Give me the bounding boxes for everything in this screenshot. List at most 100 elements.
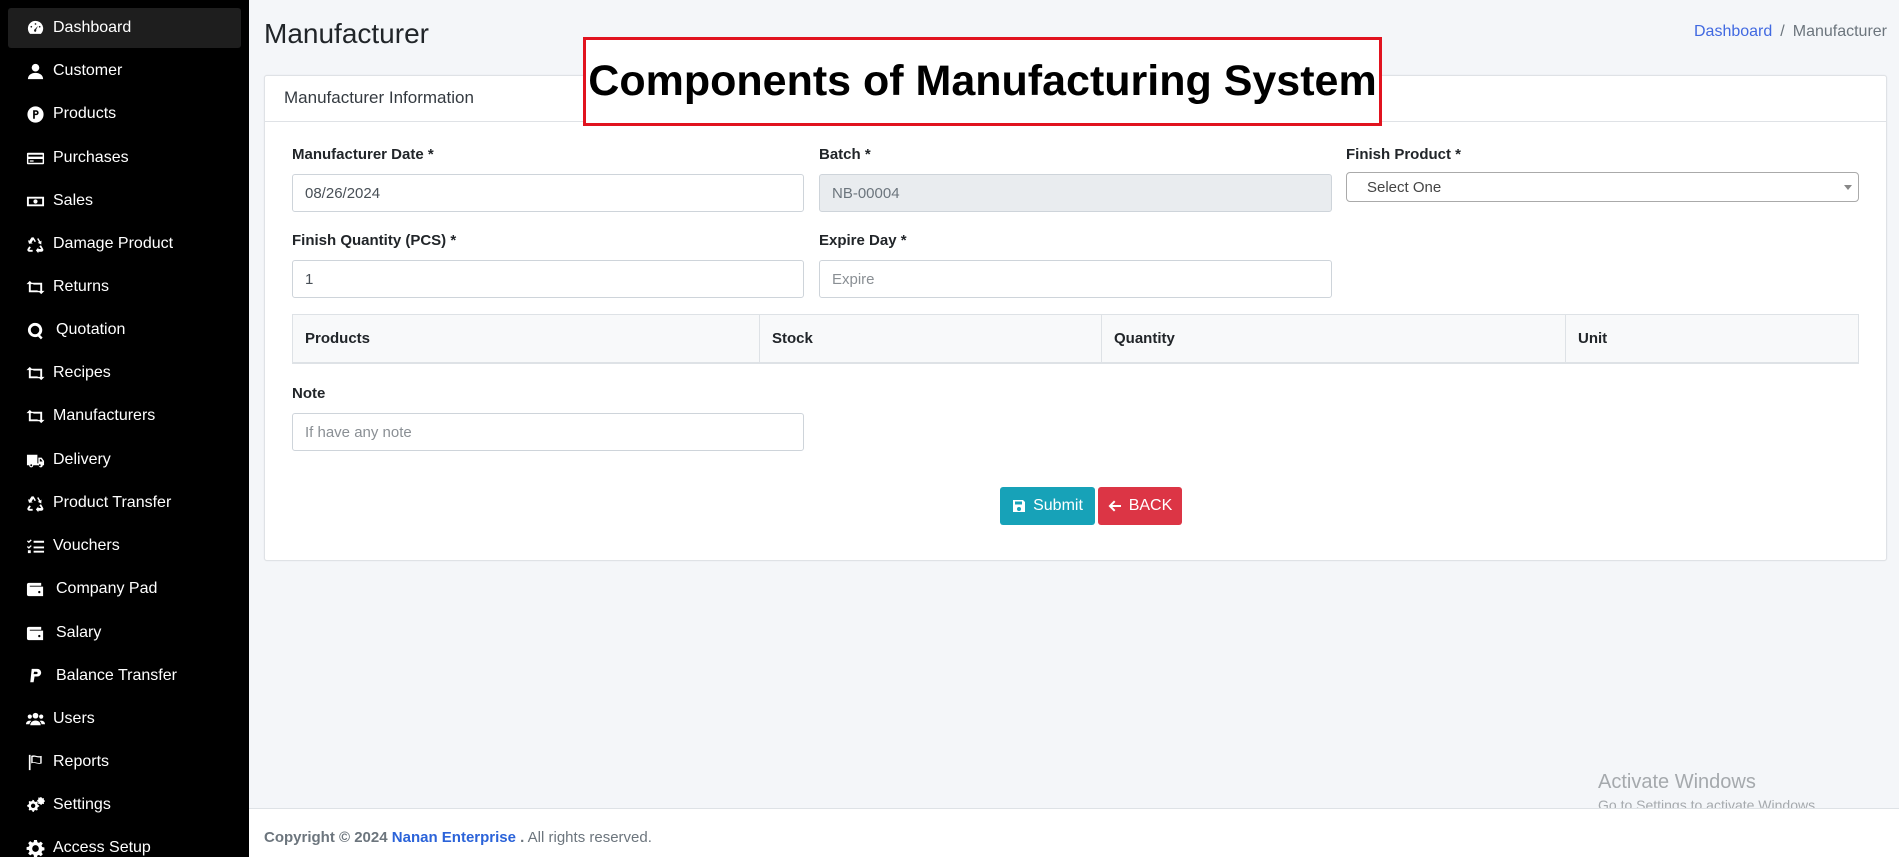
table-header-unit: Unit	[1578, 330, 1608, 347]
sidebar-item-dashboard[interactable]: Dashboard	[8, 8, 241, 48]
sidebar-item-quotation[interactable]: Quotation	[8, 310, 241, 350]
manufacturer-form-card: Manufacturer Information Manufacturer Da…	[264, 75, 1887, 561]
finish-quantity-label: Finish Quantity (PCS) *	[292, 232, 457, 249]
main-content: Manufacturer Dashboard / Manufacturer Manu…	[249, 0, 1899, 857]
title-banner: Components of Manufacturing System	[583, 37, 1382, 126]
sidebar-item-label: Vouchers	[53, 537, 120, 554]
recycle-icon	[25, 493, 45, 513]
sidebar-item-label: Returns	[53, 278, 110, 295]
back-button-label: BACK	[1128, 497, 1173, 514]
sidebar-item-delivery[interactable]: Delivery	[8, 440, 241, 480]
footer-company-link[interactable]: Nanan Enterprise	[392, 829, 516, 846]
note-label: Note	[292, 385, 326, 402]
breadcrumb: Dashboard / Manufacturer	[1694, 23, 1887, 41]
sidebar-item-label: Damage Product	[53, 235, 174, 252]
retweet-icon	[25, 406, 45, 426]
sidebar-item-settings[interactable]: Settings	[8, 785, 241, 825]
sidebar-item-balance-transfer[interactable]: Balance Transfer	[8, 656, 241, 696]
footer-rights: All rights reserved.	[527, 829, 652, 846]
sidebar-item-manufacturers[interactable]: Manufacturers	[8, 396, 241, 436]
sidebar-item-company-pad[interactable]: Company Pad	[8, 569, 241, 609]
sidebar-item-label: Balance Transfer	[56, 667, 177, 684]
sidebar-item-label: Users	[53, 710, 95, 727]
windows-activation-watermark: Activate Windows Go to Settings to activ…	[1598, 771, 1819, 813]
expire-day-label: Expire Day *	[819, 232, 907, 249]
submit-button[interactable]: Submit	[1000, 487, 1095, 525]
sidebar-item-recipes[interactable]: Recipes	[8, 353, 241, 393]
sidebar-item-product-transfer[interactable]: Product Transfer	[8, 483, 241, 523]
batch-label: Batch *	[819, 146, 871, 163]
sidebar-item-label: Access Setup	[53, 839, 151, 856]
footer-dot: .	[515, 829, 525, 846]
money-bill-icon	[25, 191, 45, 211]
sidebar-item-vouchers[interactable]: Vouchers	[8, 526, 241, 566]
manufacturer-date-input[interactable]: 08/26/2024	[292, 174, 804, 212]
finish-product-selected: Select One	[1367, 178, 1442, 196]
truck-icon	[25, 450, 45, 470]
paypal-icon	[25, 666, 45, 686]
sidebar-item-label: Salary	[56, 624, 102, 641]
sidebar-item-products[interactable]: Products	[8, 94, 241, 134]
batch-input: NB-00004	[819, 174, 1332, 212]
credit-card-icon	[25, 148, 45, 168]
gear-icon	[25, 838, 45, 857]
sidebar-item-label: Quotation	[56, 321, 126, 338]
arrow-left-icon	[1108, 500, 1121, 512]
expire-day-input[interactable]: Expire	[819, 260, 1332, 298]
sidebar-item-label: Delivery	[53, 451, 111, 468]
sidebar-item-purchases[interactable]: Purchases	[8, 138, 241, 178]
breadcrumb-home-link[interactable]: Dashboard	[1694, 23, 1772, 40]
sidebar-item-label: Settings	[53, 796, 111, 813]
sidebar: Dashboard Customer Products Purchases Sa…	[0, 0, 249, 857]
user-icon	[25, 61, 45, 81]
product-p-icon	[25, 104, 45, 124]
note-input[interactable]: If have any note	[292, 413, 804, 451]
sidebar-item-users[interactable]: Users	[8, 699, 241, 739]
finish-quantity-input[interactable]: 1	[292, 260, 804, 298]
footer: Copyright © 2024 Nanan Enterprise . All …	[249, 808, 1899, 857]
wallet-icon	[25, 579, 45, 599]
gears-icon	[25, 795, 45, 815]
wallet-icon	[25, 623, 45, 643]
table-header-stock: Stock	[760, 315, 1102, 362]
chevron-down-icon	[1844, 185, 1852, 190]
finish-product-label: Finish Product *	[1346, 146, 1462, 163]
sidebar-item-returns[interactable]: Returns	[8, 267, 241, 307]
sidebar-item-salary[interactable]: Salary	[8, 613, 241, 653]
list-check-icon	[25, 536, 45, 556]
sidebar-item-customer[interactable]: Customer	[8, 51, 241, 91]
sidebar-item-label: Reports	[53, 753, 110, 770]
table-header-products: Products	[293, 315, 760, 362]
sidebar-item-label: Sales	[53, 192, 94, 209]
sidebar-item-label: Manufacturers	[53, 407, 156, 424]
breadcrumb-current: Manufacturer	[1792, 23, 1887, 40]
back-button[interactable]: BACK	[1098, 487, 1182, 525]
sidebar-item-label: Purchases	[53, 149, 129, 166]
quotation-q-icon	[25, 320, 45, 340]
footer-copyright: Copyright © 2024	[264, 829, 388, 846]
page-title: Manufacturer	[264, 18, 429, 49]
sidebar-item-label: Dashboard	[53, 19, 132, 36]
breadcrumb-separator: /	[1780, 23, 1785, 40]
products-table-header: Products Stock Quantity Unit	[292, 314, 1859, 364]
submit-button-label: Submit	[1033, 497, 1083, 514]
sidebar-item-damage-product[interactable]: Damage Product	[8, 224, 241, 264]
sidebar-item-label: Products	[53, 105, 117, 122]
activation-title: Activate Windows	[1598, 771, 1756, 793]
gauge-icon	[25, 18, 45, 38]
flag-icon	[25, 752, 45, 772]
sidebar-item-label: Company Pad	[56, 580, 158, 597]
finish-product-select[interactable]: Select One	[1346, 172, 1859, 202]
sidebar-item-reports[interactable]: Reports	[8, 742, 241, 782]
users-icon	[25, 709, 45, 729]
retweet-icon	[25, 363, 45, 383]
sidebar-item-label: Product Transfer	[53, 494, 172, 511]
save-icon	[1013, 500, 1026, 512]
manufacturer-date-label: Manufacturer Date *	[292, 146, 434, 163]
sidebar-item-label: Customer	[53, 62, 123, 79]
retweet-icon	[25, 277, 45, 297]
sidebar-item-sales[interactable]: Sales	[8, 181, 241, 221]
sidebar-item-access-setup[interactable]: Access Setup	[8, 828, 241, 857]
recycle-icon	[25, 234, 45, 254]
sidebar-item-label: Recipes	[53, 364, 111, 381]
